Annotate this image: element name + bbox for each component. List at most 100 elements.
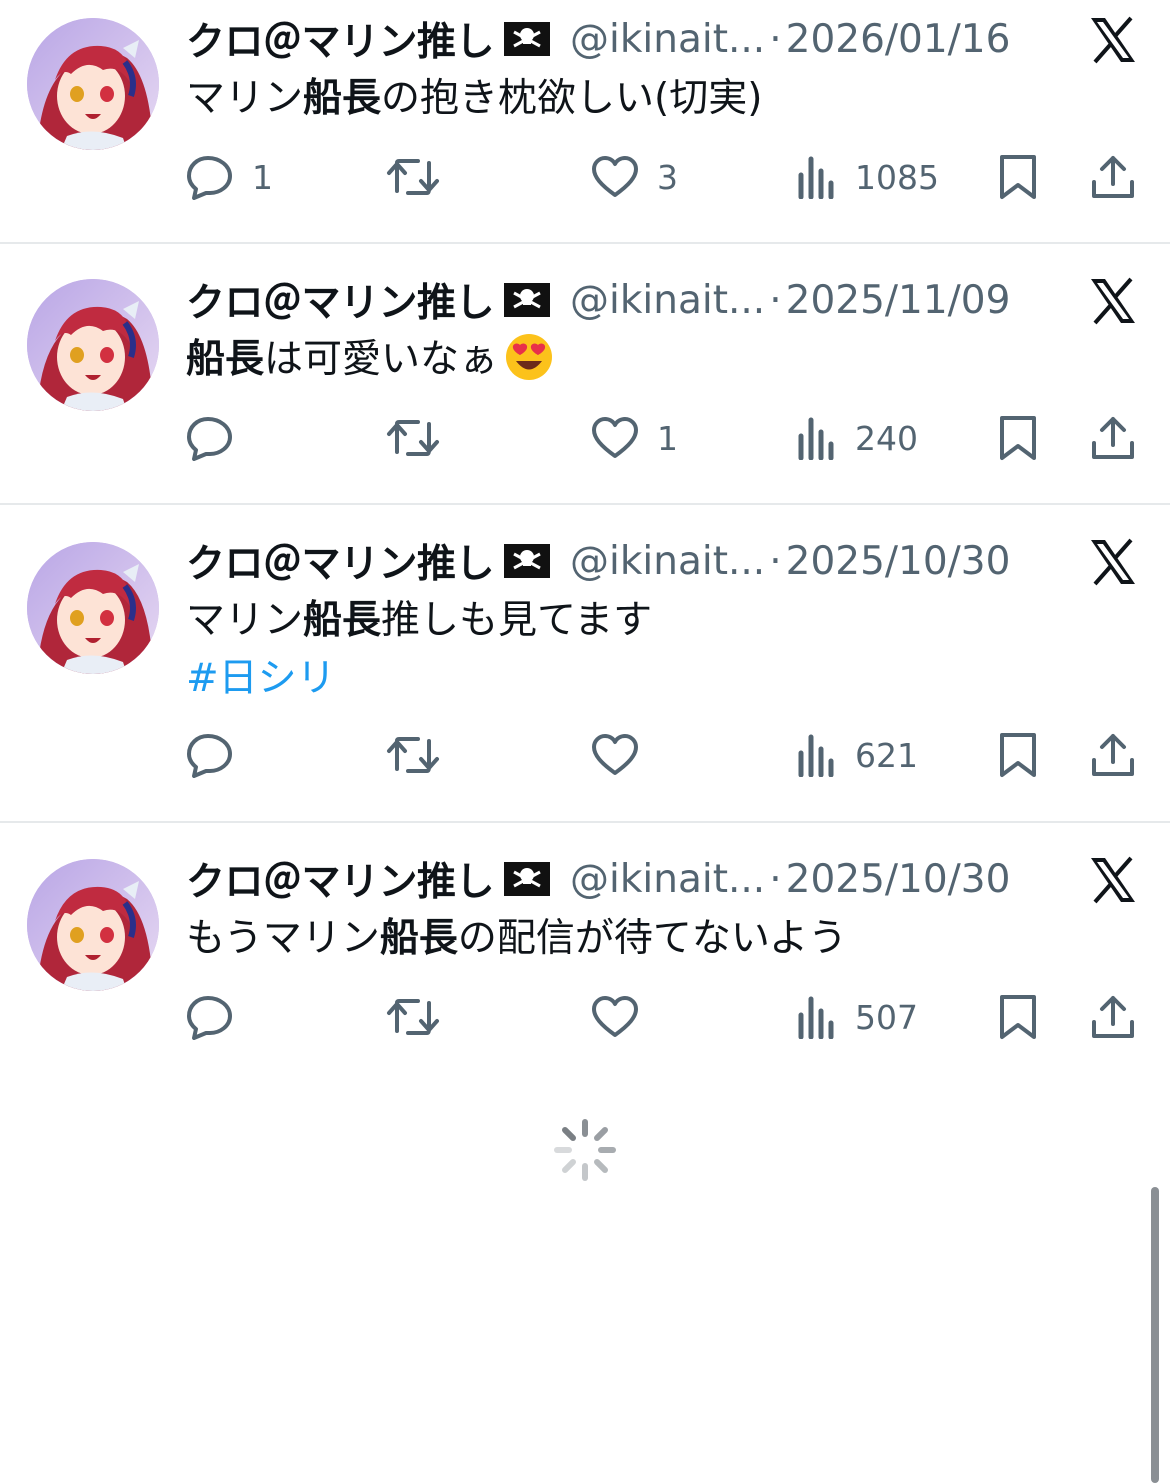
- views-chart-icon: [798, 156, 834, 199]
- bookmark-button[interactable]: [998, 992, 1038, 1042]
- retweet-button[interactable]: [386, 992, 458, 1042]
- view-count: 507: [855, 997, 918, 1037]
- divider: [0, 503, 1170, 505]
- views-chart-icon: [798, 996, 834, 1039]
- author-handle[interactable]: @ikinait...: [570, 857, 765, 902]
- share-button[interactable]: [1090, 152, 1136, 202]
- reply-button[interactable]: [186, 413, 252, 463]
- views-chart-icon: [798, 734, 834, 777]
- reply-icon: [187, 734, 232, 778]
- divider: [0, 821, 1170, 823]
- scrollbar[interactable]: [1151, 1187, 1159, 1483]
- tweet-header: クロ＠マリン推し @ikinait... · 2025/11/09: [186, 270, 1066, 330]
- pirate-flag-icon: [502, 860, 552, 898]
- separator-dot: ·: [769, 538, 782, 584]
- tweet-actions: 621: [0, 730, 1170, 780]
- divider: [0, 242, 1170, 244]
- heart-icon: [592, 417, 638, 458]
- bookmark-button[interactable]: [998, 152, 1038, 202]
- tweet-date[interactable]: 2025/10/30: [786, 857, 1011, 902]
- bookmark-icon: [1000, 155, 1036, 199]
- reply-button[interactable]: 1: [186, 152, 273, 202]
- reply-button[interactable]: [186, 992, 252, 1042]
- tweet-text-bold: 船長: [186, 337, 265, 382]
- reply-count: 1: [252, 157, 273, 197]
- retweet-button[interactable]: [386, 152, 458, 202]
- tweet-text: マリン船長推しも見てます #日シリ: [186, 592, 1086, 708]
- tweet-header: クロ＠マリン推し @ikinait... · 2025/10/30: [186, 849, 1066, 909]
- author-handle[interactable]: @ikinait...: [570, 17, 765, 62]
- retweet-icon: [387, 737, 439, 773]
- reply-icon: [187, 996, 232, 1040]
- separator-dot: ·: [769, 856, 782, 902]
- tweet-actions: 507: [0, 992, 1170, 1042]
- share-button[interactable]: [1090, 730, 1136, 780]
- tweet-text-bold: 船長: [379, 916, 458, 961]
- separator-dot: ·: [769, 277, 782, 323]
- views-button[interactable]: 240: [797, 413, 918, 463]
- tweet-date[interactable]: 2025/11/09: [786, 278, 1011, 323]
- tweet-actions: 1 240: [0, 413, 1170, 463]
- heart-icon: [592, 734, 638, 775]
- author-handle[interactable]: @ikinait...: [570, 539, 765, 584]
- views-button[interactable]: 1085: [797, 152, 939, 202]
- author-name[interactable]: クロ＠マリン推し: [186, 272, 495, 328]
- author-handle[interactable]: @ikinait...: [570, 278, 765, 323]
- tweet-text: マリン船長の抱き枕欲しい(切実): [186, 70, 1086, 128]
- tweet-text-pre: マリン: [186, 598, 304, 643]
- tweet-actions: 1 3 1085: [0, 152, 1170, 202]
- view-count: 1085: [855, 157, 939, 197]
- tweet-text-bold: 船長: [303, 598, 382, 643]
- share-button[interactable]: [1090, 413, 1136, 463]
- bookmark-button[interactable]: [998, 730, 1038, 780]
- tweet-text-post: 推しも見てます: [381, 598, 653, 643]
- reply-button[interactable]: [186, 730, 252, 780]
- author-name[interactable]: クロ＠マリン推し: [186, 11, 495, 67]
- views-button[interactable]: 621: [797, 730, 918, 780]
- tweet-text-post: の抱き枕欲しい(切実): [381, 76, 763, 121]
- share-icon: [1092, 417, 1134, 459]
- tweet-text-post: は可愛いなぁ: [264, 337, 499, 382]
- like-button[interactable]: [591, 992, 657, 1042]
- author-name[interactable]: クロ＠マリン推し: [186, 851, 495, 907]
- tweet-text-pre: もうマリン: [186, 916, 380, 961]
- share-button[interactable]: [1090, 992, 1136, 1042]
- heart-icon: [592, 996, 638, 1037]
- loading-spinner-icon: [553, 1118, 617, 1182]
- retweet-button[interactable]: [386, 413, 458, 463]
- view-count: 240: [855, 418, 918, 458]
- share-icon: [1092, 156, 1134, 198]
- pirate-flag-icon: [502, 281, 552, 319]
- bookmark-icon: [1000, 733, 1036, 777]
- pirate-flag-icon: [502, 542, 552, 580]
- share-icon: [1092, 996, 1134, 1038]
- author-name[interactable]: クロ＠マリン推し: [186, 533, 495, 589]
- x-logo-icon: [1087, 14, 1139, 66]
- bookmark-button[interactable]: [998, 413, 1038, 463]
- like-button[interactable]: 3: [591, 152, 678, 202]
- x-logo-icon: [1087, 275, 1139, 327]
- retweet-icon: [387, 420, 439, 456]
- hashtag-link[interactable]: #日シリ: [186, 650, 1086, 708]
- views-chart-icon: [798, 417, 834, 460]
- bookmark-icon: [1000, 995, 1036, 1039]
- like-button[interactable]: 1: [591, 413, 678, 463]
- avatar[interactable]: [27, 859, 159, 991]
- retweet-button[interactable]: [386, 730, 458, 780]
- tweet-header: クロ＠マリン推し @ikinait... · 2025/10/30: [186, 531, 1066, 591]
- avatar[interactable]: [27, 18, 159, 150]
- retweet-icon: [387, 159, 439, 195]
- like-button[interactable]: [591, 730, 657, 780]
- avatar[interactable]: [27, 279, 159, 411]
- views-button[interactable]: 507: [797, 992, 918, 1042]
- avatar[interactable]: [27, 542, 159, 674]
- reply-icon: [187, 156, 232, 200]
- reply-icon: [187, 417, 232, 461]
- x-logo-icon: [1087, 854, 1139, 906]
- tweet-date[interactable]: 2025/10/30: [786, 539, 1011, 584]
- like-count: 3: [657, 157, 678, 197]
- separator-dot: ·: [769, 16, 782, 62]
- tweet-header: クロ＠マリン推し @ikinait... · 2026/01/16: [186, 9, 1066, 69]
- tweet-date[interactable]: 2026/01/16: [786, 17, 1011, 62]
- tweet-text-bold: 船長: [303, 76, 382, 121]
